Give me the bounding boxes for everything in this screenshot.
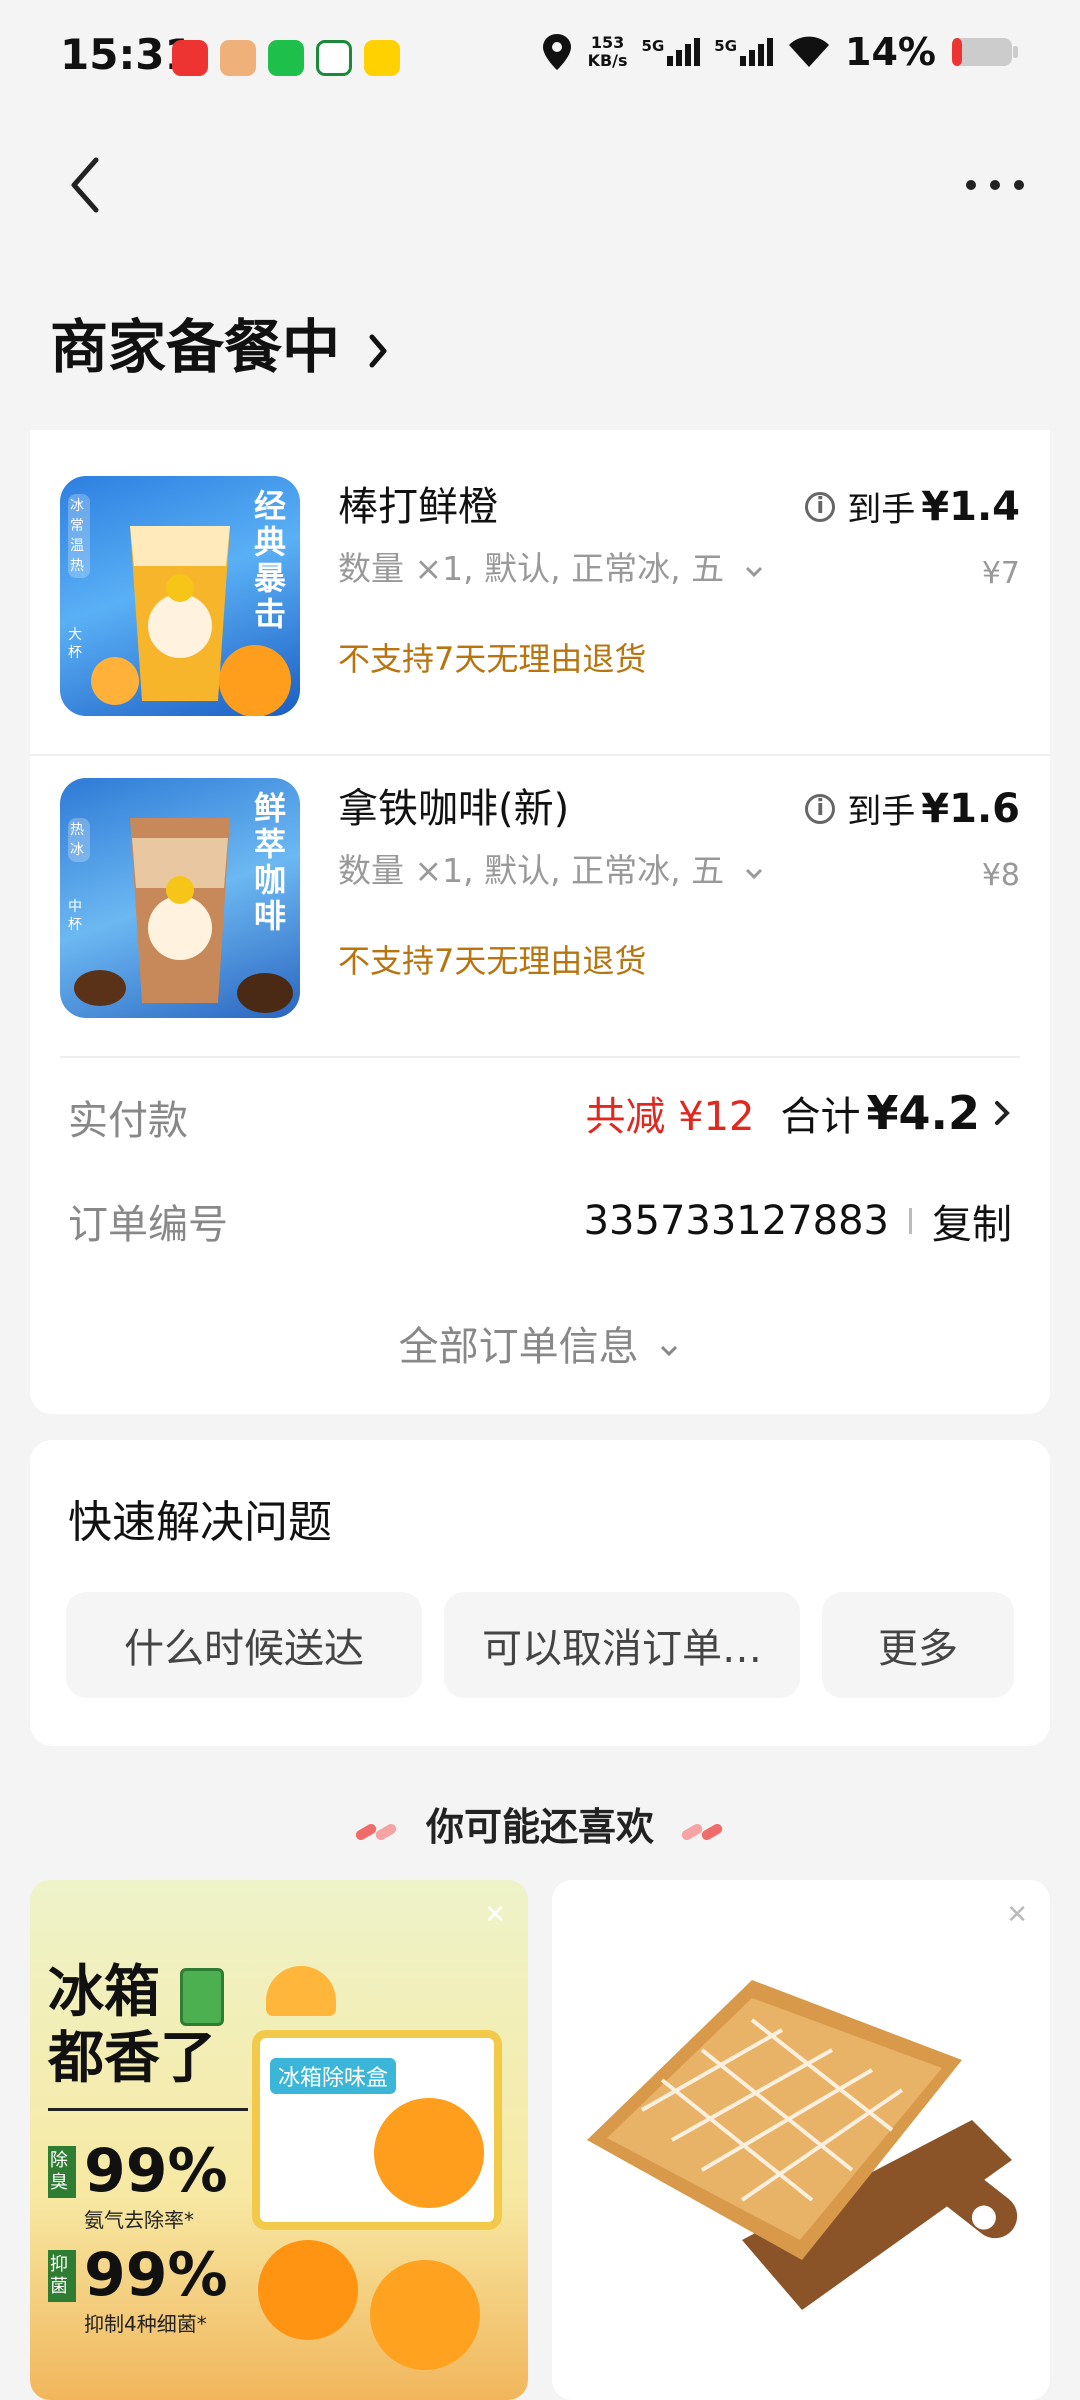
item-name: 拿铁咖啡(新) [338, 786, 570, 832]
order-item[interactable]: 经典暴击 冰 常温 热 大杯 棒打鲜橙 数量 ×1, 默认, 正常冰, 五 不支… [30, 430, 1050, 730]
fridge-icon [180, 1968, 224, 2026]
all-order-info-toggle[interactable]: 全部订单信息 [30, 1314, 1050, 1372]
signal-icon-1: 5G [642, 38, 701, 66]
total-label: 合计 [780, 1094, 861, 1140]
info-icon[interactable]: i [805, 491, 836, 522]
chevron-down-icon [745, 868, 762, 880]
battery-percent: 14% [845, 30, 936, 74]
order-number: 335733127883 [583, 1198, 889, 1244]
chip-delivery-time[interactable]: 什么时候送达 [66, 1592, 422, 1698]
pizza-image [587, 1980, 1018, 2310]
ad-divider [48, 2108, 248, 2111]
copy-button[interactable]: 复制 [932, 1192, 1012, 1250]
item-spec[interactable]: 数量 ×1, 默认, 正常冰, 五 [338, 542, 765, 590]
chip-more[interactable]: 更多 [822, 1592, 1014, 1698]
item-price[interactable]: i 到手 ¥1.6 [805, 784, 1020, 833]
chevron-down-icon [745, 566, 762, 578]
paid-summary[interactable]: 共减 ¥12 合计 ¥4.2 [585, 1084, 1012, 1142]
order-item[interactable]: 鲜萃咖啡 热 冰 中杯 拿铁咖啡(新) 数量 ×1, 默认, 正常冰, 五 不支… [30, 732, 1050, 1032]
chip-cancel-order[interactable]: 可以取消订单… [444, 1592, 800, 1698]
recommend-item[interactable]: ✕ [552, 1880, 1050, 2400]
location-icon [542, 34, 571, 70]
chevron-down-icon [661, 1345, 678, 1357]
decoration-icon [355, 1823, 396, 1840]
post-app-icon [316, 40, 352, 76]
wifi-icon [789, 36, 830, 67]
back-arrow-icon[interactable] [60, 150, 110, 220]
product-image-tags: 冰 常温 热 [68, 494, 90, 578]
app-notification-icon [220, 40, 256, 76]
quick-solve-card: 快速解决问题 什么时候送达 可以取消订单… 更多 [30, 1440, 1050, 1746]
product-image-size: 大杯 [68, 627, 82, 661]
chevron-right-icon [995, 1101, 1010, 1125]
original-price: ¥7 [981, 556, 1020, 591]
quick-solve-title: 快速解决问题 [68, 1497, 332, 1548]
order-number-row: 335733127883 复制 [584, 1192, 1012, 1250]
recommend-item[interactable]: ✕ 冰箱 都香了 除臭 99% 氨气去除率* 抑菌 99% 抑制4种细菌* 冰箱… [30, 1880, 528, 2400]
chevron-right-icon [369, 334, 387, 368]
product-image-size: 中杯 [68, 899, 82, 933]
item-spec[interactable]: 数量 ×1, 默认, 正常冰, 五 [338, 844, 765, 892]
item-name: 棒打鲜橙 [338, 484, 498, 530]
network-speed: 153 KB/s [587, 33, 628, 70]
notification-icons [172, 40, 400, 76]
signal-icon-2: 5G [714, 38, 774, 66]
item-price[interactable]: i 到手 ¥1.4 [805, 482, 1020, 531]
info-icon[interactable]: i [805, 793, 836, 824]
return-policy-note: 不支持7天无理由退货 [338, 640, 647, 678]
app-notification-icon [172, 40, 208, 76]
more-options-icon[interactable] [966, 180, 1024, 190]
original-price: ¥8 [981, 858, 1020, 893]
product-box: 冰箱除味盒 [252, 2030, 502, 2230]
order-card: 经典暴击 冰 常温 热 大杯 棒打鲜橙 数量 ×1, 默认, 正常冰, 五 不支… [30, 430, 1050, 1414]
divider [60, 1056, 1020, 1058]
status-bar: 15:31 153 KB/s 5G 5G 14% [0, 0, 1080, 120]
orange-slice [266, 1966, 336, 2016]
return-policy-note: 不支持7天无理由退货 [338, 942, 647, 980]
orange-fruit [370, 2260, 480, 2370]
separator [909, 1208, 912, 1234]
close-icon[interactable]: ✕ [484, 1900, 506, 1930]
page-title[interactable]: 商家备餐中 [50, 300, 390, 384]
product-image-tags: 热 冰 [68, 818, 90, 862]
product-image-text: 经典暴击 [254, 487, 287, 633]
product-image-text: 鲜萃咖啡 [254, 789, 287, 935]
meituan-icon [364, 40, 400, 76]
system-status: 153 KB/s 5G 5G 14% [540, 30, 1020, 74]
decoration-icon [682, 1823, 723, 1840]
product-image-coffee: 鲜萃咖啡 热 冰 中杯 [60, 778, 300, 1018]
battery-icon [952, 38, 1018, 66]
discount-amount: 共减 ¥12 [585, 1094, 755, 1140]
total-amount: ¥4.2 [866, 1086, 981, 1140]
product-image-orange: 经典暴击 冰 常温 热 大杯 [60, 476, 300, 716]
orange-fruit [258, 2240, 358, 2340]
wechat-icon [268, 40, 304, 76]
recommend-title: 你可能还喜欢 [0, 1796, 1080, 1851]
order-number-label: 订单编号 [68, 1202, 228, 1248]
paid-label: 实付款 [68, 1098, 188, 1144]
